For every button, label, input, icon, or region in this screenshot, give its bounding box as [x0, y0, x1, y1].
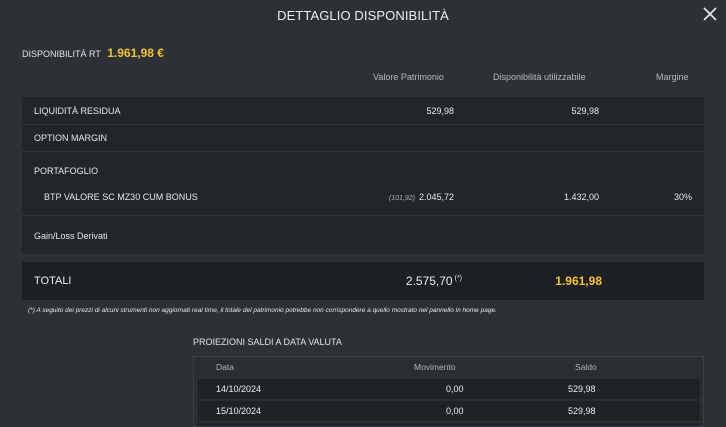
- col-header-margine: Margine: [656, 72, 689, 82]
- table-row: 15/10/2024 0,00 529,98: [198, 401, 700, 421]
- totali-asterisk: (*): [454, 275, 462, 282]
- divider: [22, 124, 704, 125]
- proj-movimento: 0,00: [446, 406, 464, 416]
- proj-saldo: 529,98: [568, 406, 596, 416]
- footnote: (*) A seguito dei prezzi di alcuni strum…: [28, 307, 497, 314]
- row-valore: (101,92) 2.045,72: [389, 192, 454, 202]
- proj-data: 14/10/2024: [216, 384, 262, 394]
- proj-col-data: Data: [216, 362, 234, 372]
- proj-col-saldo: Saldo: [575, 362, 597, 372]
- disponibilita-table: LIQUIDITÀ RESIDUA 529,98 529,98 OPTION M…: [22, 97, 704, 254]
- row-valore: 529,98: [426, 106, 454, 116]
- totali-row: TOTALI 2.575,70 (*) 1.961,98: [22, 262, 704, 300]
- row-label: PORTAFOGLIO: [34, 166, 99, 176]
- row-valore-value: 2.045,72: [418, 192, 454, 202]
- close-icon[interactable]: [700, 2, 720, 26]
- totali-disponibilita: 1.961,98: [555, 274, 602, 288]
- table-row: 14/10/2024 0,00 529,98: [198, 379, 700, 399]
- row-label: LIQUIDITÀ RESIDUA: [34, 106, 121, 116]
- proj-data: 15/10/2024: [216, 406, 262, 416]
- col-header-disponibilita: Disponibilità utilizzabile: [493, 72, 586, 82]
- row-label: OPTION MARGIN: [34, 133, 108, 143]
- row-disponibilita: 529,98: [571, 106, 599, 116]
- divider: [22, 151, 704, 152]
- row-label: BTP VALORE SC MZ30 CUM BONUS: [44, 192, 198, 202]
- row-disponibilita: 1.432,00: [563, 192, 599, 202]
- proiezioni-title: PROIEZIONI SALDI A DATA VALUTA: [193, 337, 342, 347]
- proj-movimento: 0,00: [446, 384, 464, 394]
- row-ref-price: (101,92): [388, 195, 415, 202]
- table-row: [198, 423, 700, 426]
- row-label: Gain/Loss Derivati: [34, 231, 108, 241]
- disponibilita-rt-value: 1.961,98 €: [107, 46, 164, 60]
- totali-valore-value: 2.575,70: [405, 274, 453, 288]
- divider: [22, 215, 704, 216]
- totali-label: TOTALI: [34, 275, 72, 287]
- totali-valore: 2.575,70 (*): [406, 274, 462, 288]
- proj-col-movimento: Movimento: [414, 362, 456, 372]
- disponibilita-rt-label: DISPONIBILITÀ RT: [22, 49, 101, 59]
- disponibilita-rt: DISPONIBILITÀ RT 1.961,98 €: [22, 46, 164, 60]
- row-margine: 30%: [673, 192, 692, 202]
- col-header-valore: Valore Patrimonio: [373, 72, 444, 82]
- dialog-title: DETTAGLIO DISPONIBILITÀ: [277, 8, 449, 23]
- proiezioni-table: Data Movimento Saldo 14/10/2024 0,00 529…: [193, 356, 704, 427]
- proj-saldo: 529,98: [568, 384, 596, 394]
